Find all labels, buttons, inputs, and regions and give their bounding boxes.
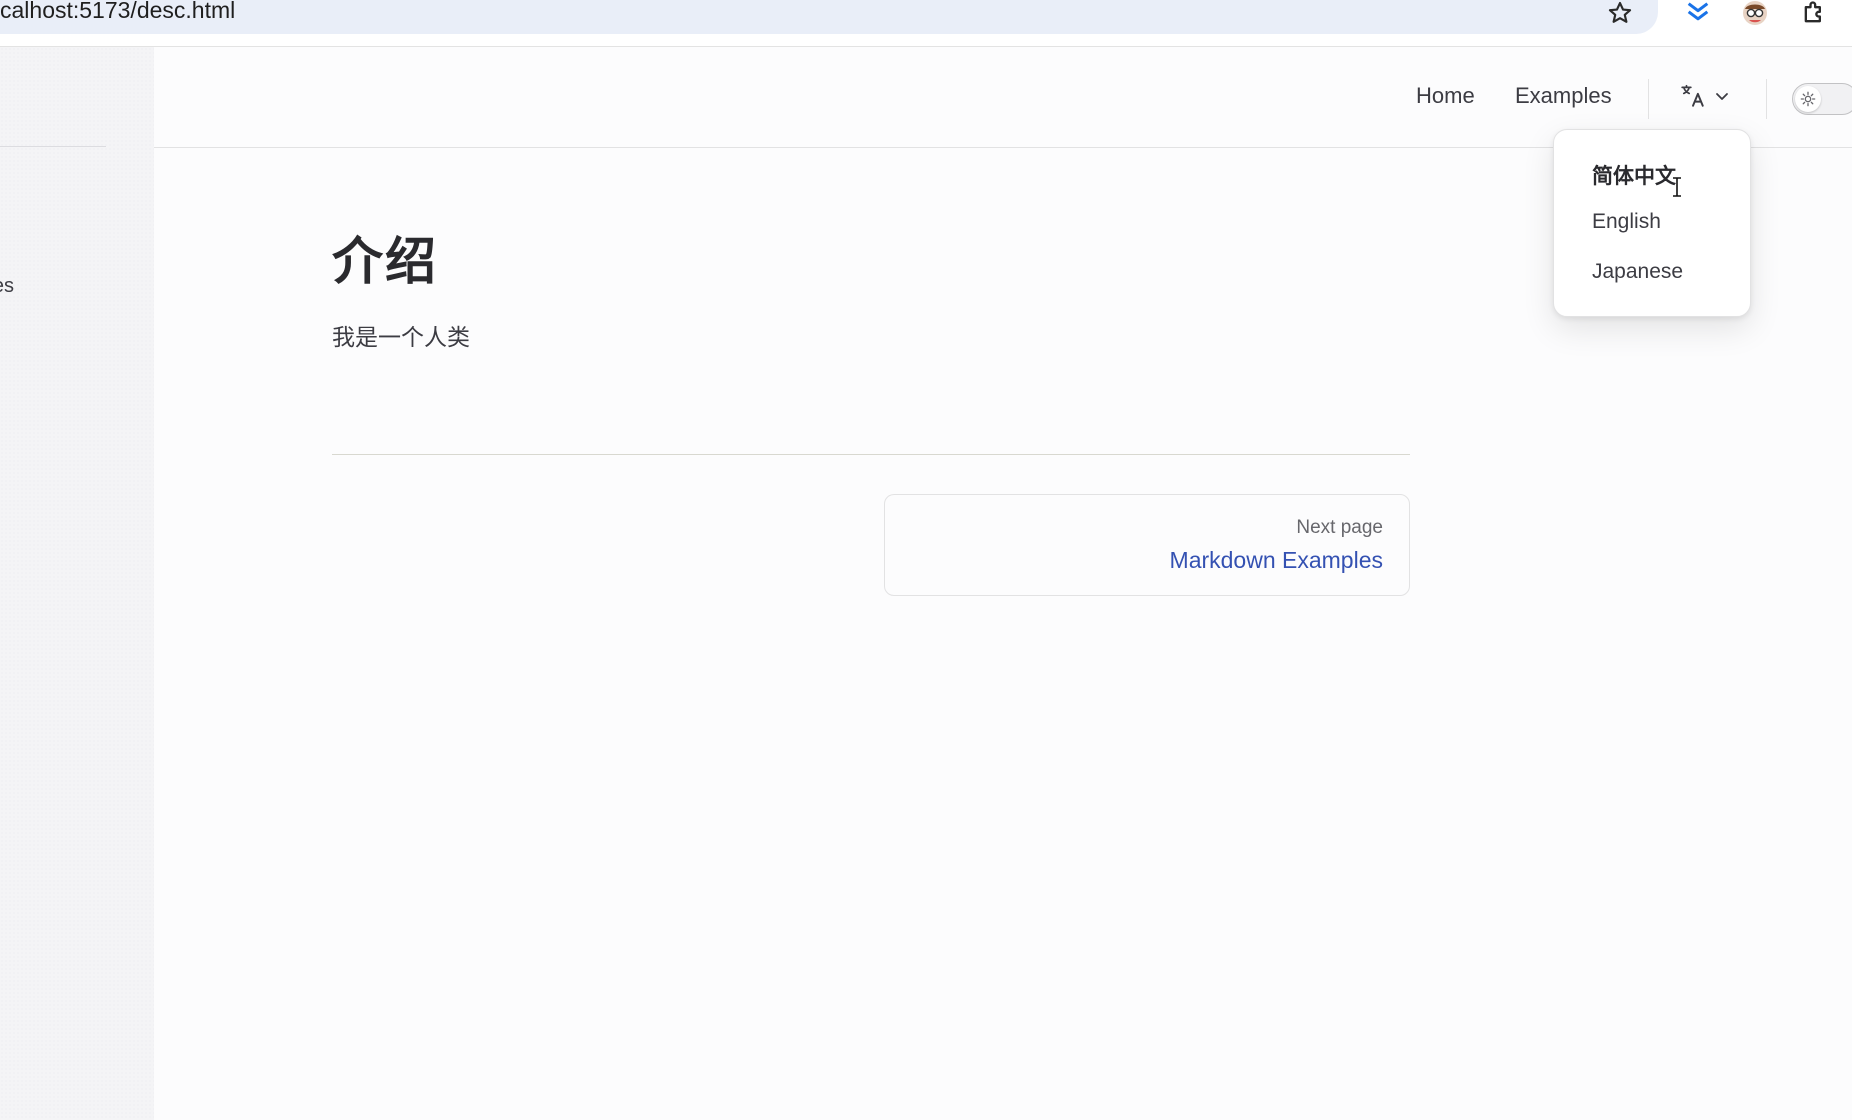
page-title: 介绍 xyxy=(332,233,439,290)
page-paragraph: 我是一个人类 xyxy=(332,324,470,350)
browser-toolbar: calhost:5173/desc.html xyxy=(0,0,1852,46)
sun-icon xyxy=(1795,86,1821,112)
address-bar[interactable]: calhost:5173/desc.html xyxy=(0,0,1658,34)
next-page-title: Markdown Examples xyxy=(1169,547,1383,573)
profile-avatar-icon[interactable] xyxy=(1738,0,1772,30)
next-page-label: Next page xyxy=(1296,517,1383,538)
language-switcher-button[interactable] xyxy=(1680,81,1740,115)
text-cursor-icon xyxy=(1670,176,1684,198)
nav-link-examples[interactable]: Examples xyxy=(1515,83,1612,109)
language-menu: 简体中文 English Japanese xyxy=(1553,129,1751,317)
chevron-down-icon xyxy=(1714,88,1730,109)
bookmark-down-icon[interactable] xyxy=(1681,0,1715,30)
star-icon[interactable] xyxy=(1603,0,1637,30)
extensions-icon[interactable] xyxy=(1797,0,1831,30)
address-bar-url[interactable]: calhost:5173/desc.html xyxy=(0,0,235,24)
content-divider xyxy=(332,454,1410,455)
sidebar-divider xyxy=(0,146,106,147)
theme-toggle[interactable] xyxy=(1792,83,1852,115)
language-option-en[interactable]: English xyxy=(1592,210,1661,234)
language-option-ja[interactable]: Japanese xyxy=(1592,260,1683,284)
translate-icon xyxy=(1680,83,1706,114)
nav-link-home[interactable]: Home xyxy=(1416,83,1475,109)
sidebar: es xyxy=(0,47,154,1120)
language-option-zh[interactable]: 简体中文 xyxy=(1592,160,1676,190)
nav-divider xyxy=(1648,79,1649,119)
sidebar-item-examples[interactable]: es xyxy=(0,275,14,298)
next-page-link[interactable]: Next page Markdown Examples xyxy=(884,494,1410,596)
nav-divider xyxy=(1766,79,1767,119)
